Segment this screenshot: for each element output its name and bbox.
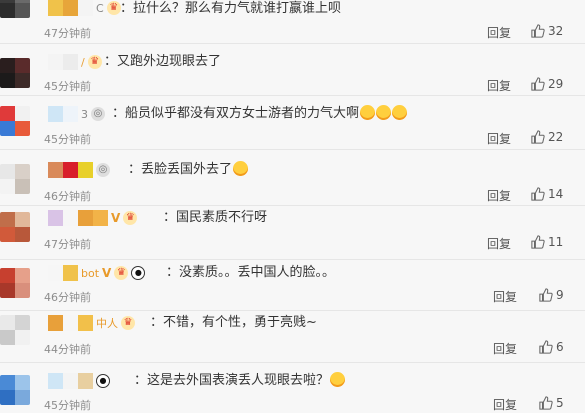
thumbs-up-icon (531, 235, 545, 249)
crown-badge-icon: ♛ (87, 55, 102, 69)
comment-row: bot V ♛ ● ：没素质。。丢中国人的脸。。 46分钟前 回复 9 (0, 260, 585, 311)
comment-text: ：船员似乎都没有双方女士游者的力气大啊 (112, 105, 408, 123)
reply-button[interactable]: 回复 (487, 130, 511, 147)
panda-badge-icon: ● (131, 266, 146, 280)
username[interactable]: bot V ♛ ● (48, 265, 146, 281)
comment-time: 45分钟前 (44, 399, 91, 412)
comment-row: C ♛ ：拉什么？那么有力气就谁打嬴谁上呗 47分钟前 回复 32 (0, 0, 585, 44)
username-mosaic (48, 162, 93, 178)
like-button[interactable]: 5 (539, 396, 564, 410)
comment-row: 3 ◎ ：船员似乎都没有双方女士游者的力气大啊 45分钟前 回复 22 (0, 96, 585, 150)
username-mosaic (48, 265, 78, 281)
comment-time: 44分钟前 (44, 343, 91, 356)
reply-button[interactable]: 回复 (487, 24, 511, 41)
thumbs-up-icon (531, 187, 545, 201)
comment-row: ● ：这是去外国表演丢人现眼去啦？ 45分钟前 回复 5 (0, 363, 585, 412)
panda-badge-icon: ● (96, 374, 110, 388)
thumbs-up-icon (531, 24, 545, 38)
like-count: 14 (548, 187, 564, 201)
like-count: 6 (556, 340, 564, 354)
reply-button[interactable]: 回复 (487, 187, 511, 204)
comment-text: ：没素质。。丢中国人的脸。。 (166, 265, 336, 280)
like-count: 32 (548, 24, 564, 38)
like-count: 11 (548, 235, 564, 249)
face-emoji-icon (233, 161, 249, 176)
avatar[interactable] (0, 268, 30, 298)
medal-badge-icon: ◎ (96, 163, 110, 177)
thumbs-up-icon (539, 288, 553, 302)
reply-button[interactable]: 回复 (487, 235, 511, 252)
crown-badge-icon: ♛ (114, 266, 129, 280)
like-button[interactable]: 6 (539, 340, 564, 354)
like-button[interactable]: 29 (531, 77, 563, 91)
like-count: 22 (548, 130, 564, 144)
comment-text: ：国民素质不行呀 (163, 210, 268, 225)
like-button[interactable]: 9 (539, 288, 564, 302)
avatar[interactable] (0, 0, 30, 18)
comment-time: 46分钟前 (44, 190, 91, 203)
laughing-emoji-icon (392, 105, 408, 120)
username[interactable]: C ♛ (48, 0, 121, 16)
comment-text: ：丢脸丢国外去了 (128, 161, 249, 179)
comment-time: 46分钟前 (44, 291, 91, 304)
avatar[interactable] (0, 106, 30, 136)
username[interactable]: 3 ◎ (48, 106, 105, 122)
comment-row: ◎ ：丢脸丢国外去了 46分钟前 回复 14 (0, 150, 585, 206)
username-mosaic (48, 315, 93, 331)
username-mosaic (48, 373, 93, 389)
username[interactable]: ◎ (48, 162, 110, 178)
avatar[interactable] (0, 58, 30, 88)
face-emoji-icon (330, 372, 346, 387)
username-mosaic (48, 0, 93, 16)
username-text: bot (81, 266, 100, 280)
like-button[interactable]: 32 (531, 24, 563, 38)
thumbs-up-icon (539, 396, 553, 410)
like-button[interactable]: 11 (531, 235, 563, 249)
comment-time: 45分钟前 (44, 80, 91, 93)
thumbs-up-icon (531, 130, 545, 144)
username[interactable]: 中人 ♛ (48, 315, 135, 331)
username-text: 中人 (96, 317, 118, 330)
username[interactable]: / ♛ (48, 54, 102, 70)
avatar[interactable] (0, 375, 30, 405)
username-mosaic (48, 210, 108, 226)
thumbs-up-icon (539, 340, 553, 354)
crown-badge-icon: ♛ (106, 1, 121, 15)
reply-button[interactable]: 回复 (493, 396, 517, 413)
like-count: 9 (556, 288, 564, 302)
like-button[interactable]: 14 (531, 187, 563, 201)
reply-button[interactable]: 回复 (493, 288, 517, 305)
reply-button[interactable]: 回复 (493, 340, 517, 357)
username-text: / (81, 55, 85, 69)
username-mosaic (48, 106, 78, 122)
username-mosaic (48, 54, 78, 70)
like-count: 5 (556, 396, 564, 410)
medal-badge-icon: ◎ (91, 107, 105, 121)
avatar[interactable] (0, 315, 30, 345)
comment-text: ：不错，有个性，勇于亮贱~ (150, 315, 317, 330)
avatar[interactable] (0, 164, 30, 194)
comment-time: 45分钟前 (44, 133, 91, 146)
comment-row: / ♛ ：又跑外边现眼去了 45分钟前 回复 29 (0, 44, 585, 96)
comment-text: ：拉什么？那么有力气就谁打嬴谁上呗 (120, 1, 342, 16)
comment-time: 47分钟前 (44, 27, 91, 40)
comment-text: ：又跑外边现眼去了 (104, 54, 222, 69)
laughing-emoji-icon (360, 105, 376, 120)
comment-text: ：这是去外国表演丢人现眼去啦？ (134, 372, 346, 390)
like-button[interactable]: 22 (531, 130, 563, 144)
username[interactable]: ● (48, 373, 110, 389)
comment-time: 47分钟前 (44, 238, 91, 251)
laughing-emoji-icon (376, 105, 392, 120)
crown-badge-icon: ♛ (123, 211, 138, 225)
crown-badge-icon: ♛ (121, 316, 135, 330)
username[interactable]: V ♛ (48, 210, 138, 226)
comment-row: V ♛ ：国民素质不行呀 47分钟前 回复 11 (0, 206, 585, 260)
comment-row: 中人 ♛ ：不错，有个性，勇于亮贱~ 44分钟前 回复 6 (0, 311, 585, 363)
like-count: 29 (548, 77, 564, 91)
reply-button[interactable]: 回复 (487, 77, 511, 94)
avatar[interactable] (0, 212, 30, 242)
thumbs-up-icon (531, 77, 545, 91)
